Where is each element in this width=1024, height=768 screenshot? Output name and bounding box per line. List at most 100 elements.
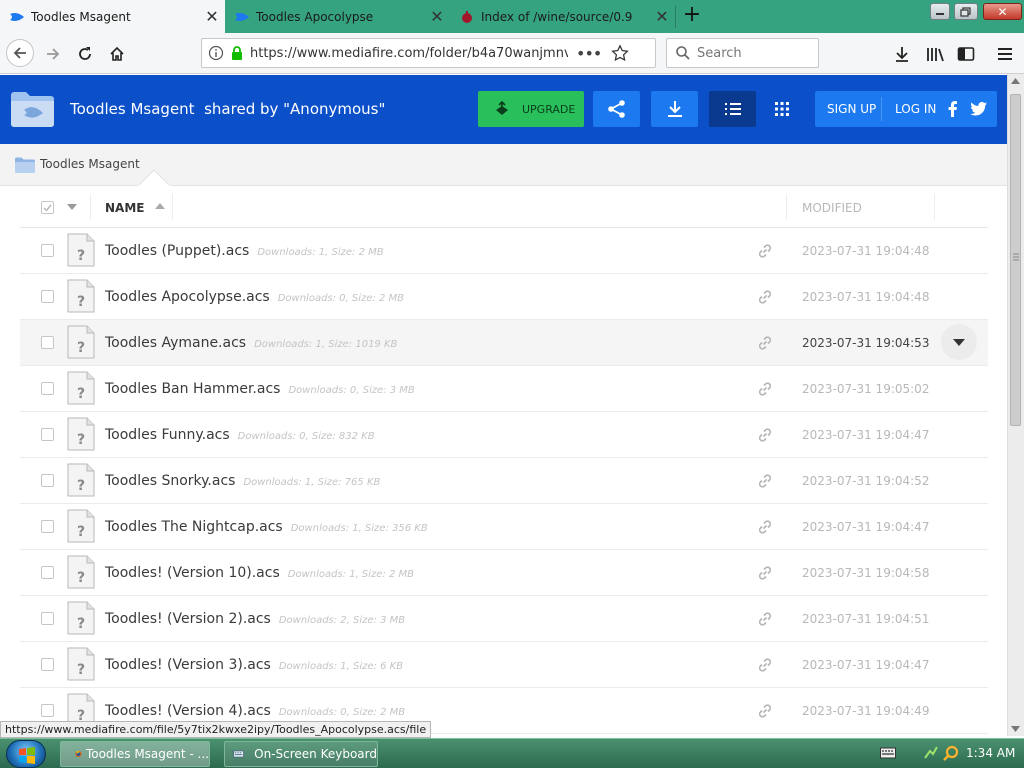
file-checkbox[interactable] (41, 428, 54, 441)
file-name-link[interactable]: Toodles Apocolypse.acs (105, 289, 270, 305)
back-arrow-icon (13, 47, 26, 59)
file-row[interactable]: ? Toodles! (Version 3).acs Downloads: 1, S… (20, 642, 988, 688)
file-name-link[interactable]: Toodles (Puppet).acs (105, 243, 249, 259)
scroll-down-arrow-icon[interactable] (1011, 726, 1020, 732)
list-view-icon (724, 103, 741, 115)
file-row[interactable]: ? Toodles Apocolypse.acs Downloads: 0, Siz… (20, 274, 988, 320)
close-window-button[interactable]: ✕ (983, 3, 1022, 20)
share-button[interactable] (593, 91, 640, 127)
file-row[interactable]: ? Toodles Funny.acs Downloads: 0, Size: 83… (20, 412, 988, 458)
share-link-icon[interactable] (757, 289, 773, 305)
file-checkbox[interactable] (41, 244, 54, 257)
file-row[interactable]: ? Toodles! (Version 2).acs Downloads: 2, S… (20, 596, 988, 642)
share-link-icon[interactable] (757, 427, 773, 443)
close-tab-icon[interactable]: ✕ (424, 7, 450, 26)
file-name-link[interactable]: Toodles Aymane.acs (105, 335, 246, 351)
magnifier-tray-icon[interactable] (943, 745, 959, 761)
file-checkbox[interactable] (41, 520, 54, 533)
address-bar[interactable]: https://www.mediafire.com/folder/b4a70wa… (201, 38, 656, 68)
restore-button[interactable] (954, 3, 978, 20)
file-name-link[interactable]: Toodles Funny.acs (105, 427, 230, 443)
file-list: ? Toodles (Puppet).acs Downloads: 1, Size:… (20, 228, 988, 736)
file-name-link[interactable]: Toodles The Nightcap.acs (105, 519, 283, 535)
bookmark-star-icon[interactable] (611, 44, 630, 62)
file-row[interactable]: ? Toodles Snorky.acs Downloads: 1, Size: 7… (20, 458, 988, 504)
share-link-icon[interactable] (757, 243, 773, 259)
file-name-link[interactable]: Toodles Ban Hammer.acs (105, 381, 280, 397)
file-checkbox[interactable] (41, 658, 54, 671)
page-actions-icon[interactable]: ••• (576, 44, 602, 63)
file-row[interactable]: ? Toodles! (Version 10).acs Downloads: 1, … (20, 550, 988, 596)
start-button[interactable] (6, 740, 46, 768)
minimize-button[interactable] (930, 3, 950, 20)
info-icon[interactable] (208, 45, 224, 61)
taskbar-firefox-task[interactable]: Toodles Msagent - ... (60, 741, 210, 767)
log-in-link[interactable]: LOG IN (895, 102, 936, 116)
twitter-icon[interactable] (970, 101, 988, 117)
name-column-header[interactable]: NAME (105, 201, 144, 215)
file-checkbox[interactable] (41, 290, 54, 303)
share-link-icon[interactable] (757, 703, 773, 719)
select-all-checkbox[interactable] (41, 201, 54, 214)
library-button[interactable] (922, 41, 948, 67)
sort-ascending-icon[interactable] (155, 203, 165, 209)
tab-wine-index[interactable]: Index of /wine/source/0.9 ✕ (450, 0, 675, 33)
grid-view-button[interactable] (758, 91, 805, 127)
home-button[interactable] (104, 41, 130, 67)
network-tray-icon[interactable] (924, 746, 938, 760)
downloads-button[interactable] (889, 41, 915, 67)
keyboard-tray-icon[interactable] (880, 747, 896, 759)
file-name-link[interactable]: Toodles! (Version 10).acs (105, 565, 280, 581)
file-checkbox[interactable] (41, 704, 54, 717)
grid-view-icon (774, 102, 789, 116)
share-link-icon[interactable] (757, 335, 773, 351)
upgrade-button[interactable]: UPGRADE (478, 91, 584, 127)
breadcrumb-folder-link[interactable]: Toodles Msagent (40, 157, 140, 171)
download-folder-button[interactable] (651, 91, 698, 127)
close-tab-icon[interactable]: ✕ (199, 7, 225, 26)
share-link-icon[interactable] (757, 565, 773, 581)
new-tab-button[interactable]: + (680, 4, 704, 28)
back-button[interactable] (6, 39, 34, 67)
file-row[interactable]: ? Toodles The Nightcap.acs Downloads: 1, S… (20, 504, 988, 550)
file-checkbox[interactable] (41, 474, 54, 487)
share-link-icon[interactable] (757, 611, 773, 627)
file-name-link[interactable]: Toodles! (Version 3).acs (105, 657, 271, 673)
file-options-button[interactable] (941, 324, 977, 360)
file-checkbox[interactable] (41, 566, 54, 579)
share-link-icon[interactable] (757, 657, 773, 673)
share-link-icon[interactable] (757, 519, 773, 535)
tab-toodles-msagent[interactable]: Toodles Msagent ✕ (0, 0, 225, 33)
select-menu-caret-icon[interactable] (67, 204, 77, 210)
scrollbar-thumb[interactable] (1010, 94, 1021, 426)
file-checkbox[interactable] (41, 336, 54, 349)
share-link-icon[interactable] (757, 381, 773, 397)
reload-button[interactable] (72, 41, 98, 67)
vertical-scrollbar[interactable] (1007, 74, 1024, 736)
taskbar-osk-task[interactable]: On-Screen Keyboard (224, 741, 378, 767)
tab-title: Index of /wine/source/0.9 (481, 9, 633, 24)
file-row[interactable]: ? Toodles Ban Hammer.acs Downloads: 0, Siz… (20, 366, 988, 412)
tab-toodles-apocolypse[interactable]: Toodles Apocolypse ✕ (225, 0, 450, 33)
list-view-button[interactable] (709, 91, 756, 127)
file-name-link[interactable]: Toodles! (Version 4).acs (105, 703, 271, 719)
close-tab-icon[interactable]: ✕ (649, 7, 675, 26)
facebook-icon[interactable] (947, 101, 959, 117)
menu-button[interactable] (992, 41, 1018, 67)
share-link-icon[interactable] (757, 473, 773, 489)
url-text[interactable]: https://www.mediafire.com/folder/b4a70wa… (250, 46, 568, 61)
sign-up-link[interactable]: SIGN UP (827, 102, 876, 116)
scroll-up-arrow-icon[interactable] (1011, 78, 1020, 84)
search-input[interactable] (697, 45, 817, 61)
file-row[interactable]: ? Toodles (Puppet).acs Downloads: 1, Size:… (20, 228, 988, 274)
folder-icon (11, 92, 54, 127)
file-checkbox[interactable] (41, 612, 54, 625)
forward-button[interactable] (40, 41, 66, 67)
search-box[interactable] (666, 38, 819, 68)
sidebar-button[interactable] (953, 41, 979, 67)
modified-column-header[interactable]: MODIFIED (802, 201, 862, 215)
file-name-link[interactable]: Toodles Snorky.acs (105, 473, 235, 489)
file-name-link[interactable]: Toodles! (Version 2).acs (105, 611, 271, 627)
file-checkbox[interactable] (41, 382, 54, 395)
file-row[interactable]: ? Toodles Aymane.acs Downloads: 1, Size: 1… (20, 320, 988, 366)
